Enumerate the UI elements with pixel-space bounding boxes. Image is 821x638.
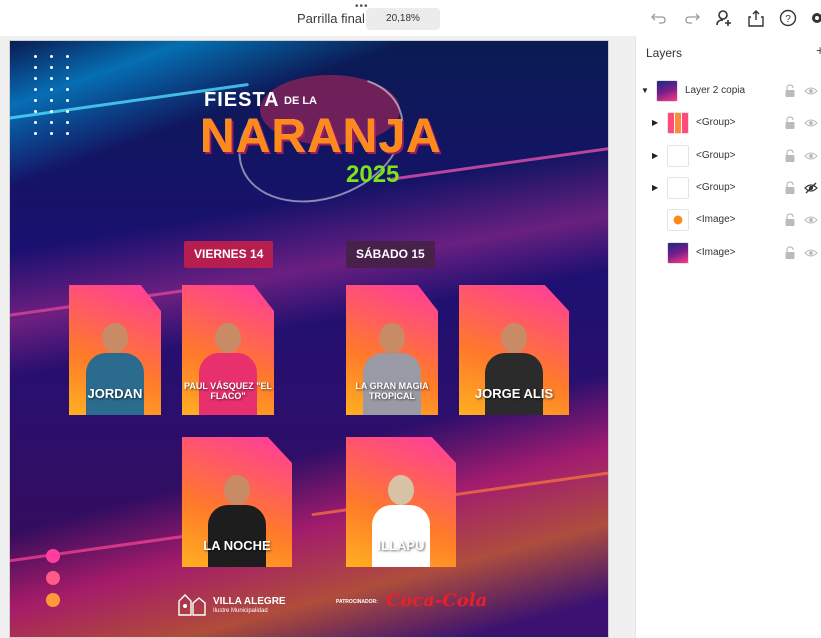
layer-name: <Image> (696, 247, 736, 258)
layer-thumbnail (656, 80, 678, 102)
eye-hidden-icon[interactable] (804, 182, 818, 194)
decorative-dots (34, 55, 76, 135)
layer-thumbnail (667, 145, 689, 167)
eye-icon[interactable] (804, 85, 818, 97)
artist-name: LA NOCHE (203, 538, 271, 554)
layers-panel: Layers + ▼ Layer 2 copia ▶ <Group> ▶ <Gr… (635, 36, 821, 638)
artist-card-jorge-alis: JORGE ALIS (459, 285, 569, 415)
invite-user-icon[interactable] (714, 8, 734, 28)
unlock-icon[interactable] (784, 181, 796, 195)
decorative-circle (46, 593, 60, 607)
layer-thumbnail (667, 177, 689, 199)
artist-name: ILLAPU (377, 538, 425, 554)
poster-headline: FIESTA DE LA NARANJA 2025 (200, 53, 442, 225)
municipality-emblem-icon (178, 594, 206, 616)
unlock-icon[interactable] (784, 149, 796, 163)
eye-icon[interactable] (804, 150, 818, 162)
sponsor-logo: Coca-Cola (386, 590, 488, 611)
layer-name: <Group> (696, 117, 736, 128)
poster-artboard[interactable]: FIESTA DE LA NARANJA 2025 VIERNES 14 SÁB… (9, 40, 609, 638)
day-badge-friday: VIERNES 14 (184, 241, 274, 268)
artist-card-jordan: JORDAN (69, 285, 161, 415)
title-year: 2025 (346, 161, 400, 188)
artist-name: PAUL VÁSQUEZ "EL FLACO" (184, 381, 272, 401)
artist-card-la-gran-magia-tropical: LA GRAN MAGIA TROPICAL (346, 285, 438, 415)
artist-card-paul-vasquez: PAUL VÁSQUEZ "EL FLACO" (182, 285, 274, 415)
title-naranja: NARANJA (200, 110, 442, 163)
collapse-caret-icon[interactable]: ▼ (641, 86, 649, 95)
layer-thumbnail (667, 112, 689, 134)
artist-card-la-noche: LA NOCHE (182, 437, 292, 567)
undo-icon[interactable] (649, 8, 669, 28)
layer-row[interactable]: ▼ Layer 2 copia (636, 77, 821, 105)
artist-name: LA GRAN MAGIA TROPICAL (355, 381, 429, 401)
eye-icon[interactable] (804, 117, 818, 129)
unlock-icon[interactable] (784, 246, 796, 260)
layers-panel-title: Layers (646, 46, 683, 60)
redo-icon[interactable] (682, 8, 702, 28)
unlock-icon[interactable] (784, 116, 796, 130)
artist-name: JORGE ALIS (474, 386, 554, 402)
sponsor-label: PATROCINADOR: (336, 599, 378, 605)
settings-icon[interactable] (806, 8, 821, 28)
unlock-icon[interactable] (784, 213, 796, 227)
layer-name: <Group> (696, 182, 736, 193)
layer-row[interactable]: ▶ <Group> (636, 142, 821, 170)
eye-icon[interactable] (804, 247, 818, 259)
layer-row[interactable]: <Image> (636, 239, 821, 267)
expand-caret-icon[interactable]: ▶ (652, 118, 658, 127)
footer-brand: VILLA ALEGRE (213, 596, 286, 607)
layer-row[interactable]: <Image> (636, 206, 821, 234)
canvas-area[interactable]: FIESTA DE LA NARANJA 2025 VIERNES 14 SÁB… (0, 36, 635, 638)
zoom-level[interactable]: 20,18% (366, 8, 440, 30)
artist-name: JORDAN (87, 386, 143, 402)
decorative-circle (46, 549, 60, 563)
expand-caret-icon[interactable]: ▶ (652, 183, 658, 192)
unlock-icon[interactable] (784, 84, 796, 98)
share-icon[interactable] (746, 8, 766, 28)
layer-row[interactable]: ▶ <Group> (636, 109, 821, 137)
layer-thumbnail (667, 242, 689, 264)
footer-subtitle: Ilustre Municipalidad (213, 608, 268, 614)
document-title[interactable]: Parrilla final (297, 11, 365, 26)
help-icon[interactable]: ? (778, 8, 798, 28)
decorative-circle (46, 571, 60, 585)
add-layer-button[interactable]: + (816, 42, 821, 58)
layer-name: <Image> (696, 214, 736, 225)
eye-icon[interactable] (804, 214, 818, 226)
top-bar: ••• Parrilla final 20,18% ? (0, 0, 821, 36)
title-de-la: DE LA (284, 95, 317, 107)
svg-text:?: ? (785, 14, 791, 25)
day-badge-saturday: SÁBADO 15 (346, 241, 435, 268)
villa-alegre-logo: VILLA ALEGRE Ilustre Municipalidad (175, 589, 295, 619)
layer-name: <Group> (696, 150, 736, 161)
layer-row[interactable]: ▶ <Group> (636, 174, 821, 202)
layer-name: Layer 2 copia (685, 85, 746, 96)
artist-card-illapu: ILLAPU (346, 437, 456, 567)
expand-caret-icon[interactable]: ▶ (652, 151, 658, 160)
layer-thumbnail (667, 209, 689, 231)
